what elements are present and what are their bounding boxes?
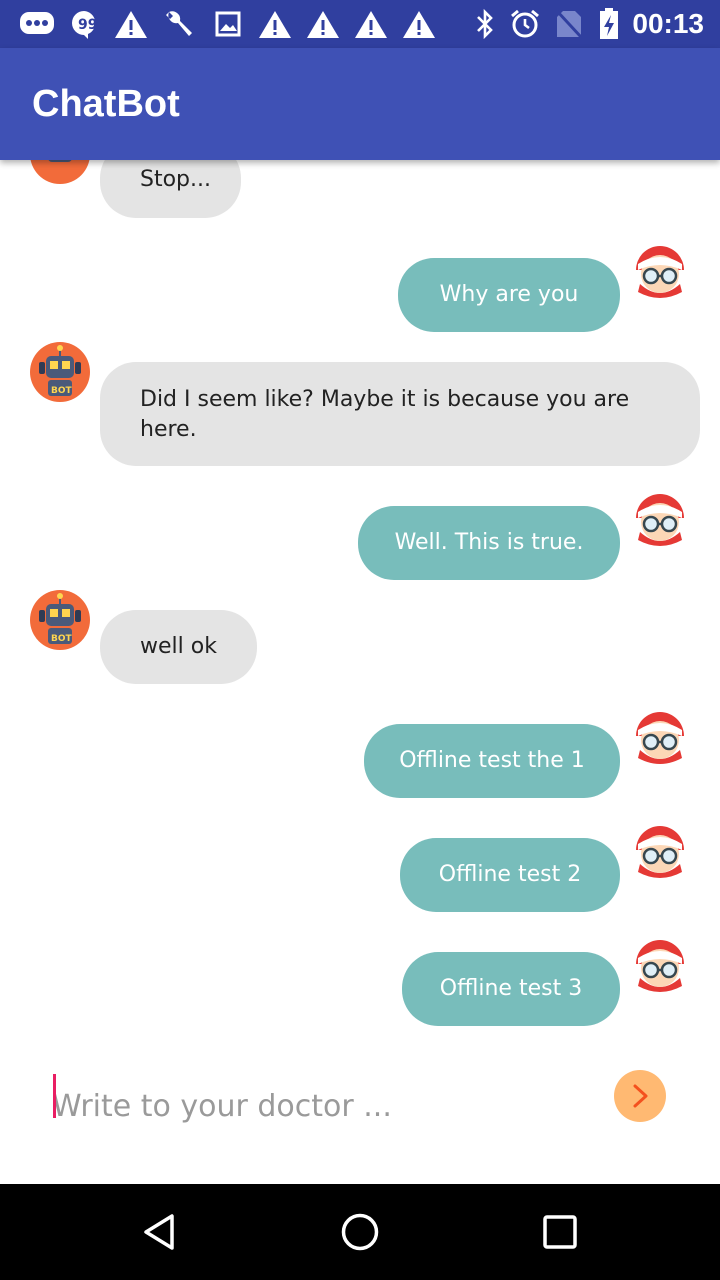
warning-icon xyxy=(114,8,148,40)
message-text: Offline test the 1 xyxy=(399,748,585,773)
home-icon xyxy=(341,1213,379,1251)
chevron-right-icon xyxy=(633,1084,648,1108)
recents-icon xyxy=(543,1215,577,1249)
warning-icon xyxy=(306,8,340,40)
bot-message: Did I seem like? Maybe it is because you… xyxy=(100,362,700,466)
navigation-bar xyxy=(0,1184,720,1280)
warning-icon xyxy=(402,8,436,40)
user-message: Why are you xyxy=(398,258,620,332)
wrench-icon xyxy=(162,8,196,40)
back-button[interactable] xyxy=(132,1204,188,1260)
message-text: Why are you xyxy=(439,282,579,307)
svg-text:BOT: BOT xyxy=(51,386,73,396)
user-message: Well. This is true. xyxy=(358,506,620,580)
bot-message: well ok xyxy=(100,610,257,684)
app-title: ChatBot xyxy=(32,83,180,125)
app-bar: ChatBot xyxy=(0,48,720,160)
message-text: Well. This is true. xyxy=(394,530,584,555)
user-message: Offline test the 1 xyxy=(364,724,620,798)
bot-message: Stop... xyxy=(100,160,241,218)
message-input[interactable] xyxy=(52,1076,592,1136)
message-text: Offline test 3 xyxy=(439,976,583,1001)
bot-avatar xyxy=(30,160,90,184)
user-avatar xyxy=(630,820,690,880)
message-text: Stop... xyxy=(140,167,211,192)
send-button[interactable] xyxy=(614,1070,666,1122)
svg-text:BOT: BOT xyxy=(51,634,73,644)
messages-icon xyxy=(18,8,56,40)
message-text: well ok xyxy=(140,634,217,659)
back-icon xyxy=(144,1214,174,1250)
bot-avatar: BOT xyxy=(30,342,90,402)
bot-avatar: BOT xyxy=(30,590,90,650)
user-avatar xyxy=(630,488,690,548)
status-time: 00:13 xyxy=(632,8,704,39)
user-message: Offline test 3 xyxy=(402,952,620,1026)
bluetooth-icon xyxy=(472,8,498,40)
chat-list[interactable]: Stop... Why are you BOT Did I seem like?… xyxy=(0,160,720,1050)
status-bar: 99 00:13 xyxy=(0,0,720,48)
user-message: Offline test 2 xyxy=(400,838,620,912)
message-text: Did I seem like? Maybe it is because you… xyxy=(140,387,630,442)
user-avatar xyxy=(630,934,690,994)
quote-icon: 99 xyxy=(70,8,98,40)
text-cursor xyxy=(53,1074,56,1118)
svg-text:99: 99 xyxy=(78,17,97,33)
no-sim-icon xyxy=(554,8,584,40)
warning-icon xyxy=(258,8,292,40)
alarm-icon xyxy=(508,8,542,40)
compose-bar xyxy=(0,1050,720,1184)
recents-button[interactable] xyxy=(532,1204,588,1260)
warning-icon xyxy=(354,8,388,40)
user-avatar xyxy=(630,240,690,300)
message-text: Offline test 2 xyxy=(438,862,582,887)
home-button[interactable] xyxy=(332,1204,388,1260)
user-avatar xyxy=(630,706,690,766)
battery-charging-icon xyxy=(598,8,620,40)
image-icon xyxy=(214,8,242,40)
